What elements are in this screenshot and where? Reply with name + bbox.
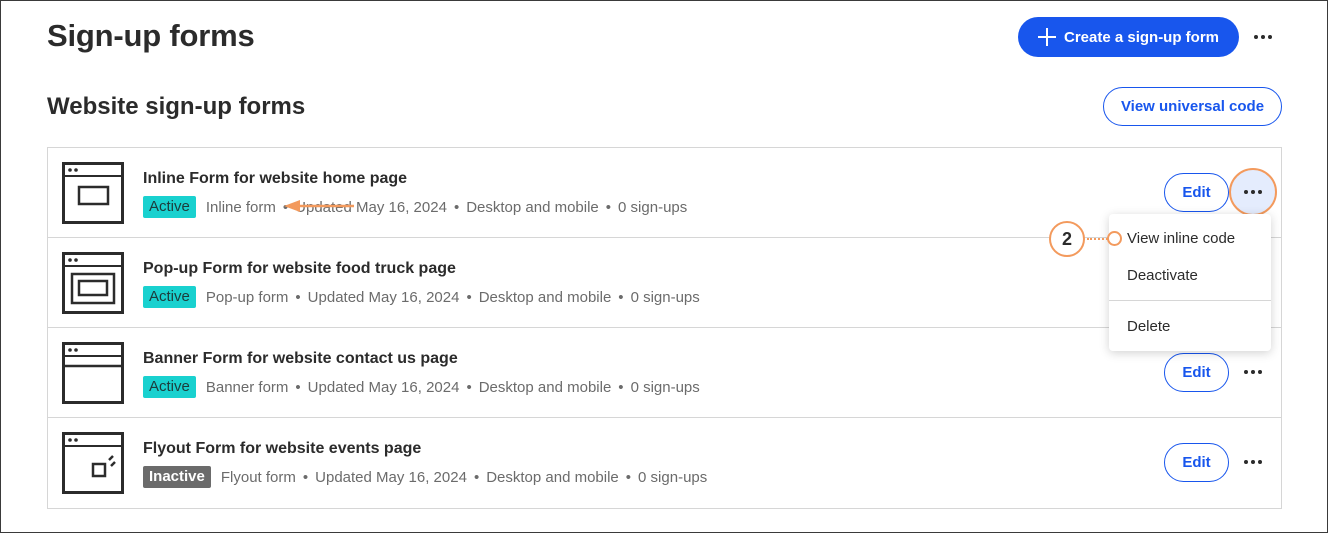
create-signup-form-button[interactable]: Create a sign-up form [1018,17,1239,57]
header-more-options-button[interactable] [1248,26,1278,48]
row-more-options-button[interactable] [1238,361,1268,383]
separator: • [295,288,301,306]
row-actions-menu: View inline code Deactivate Delete [1109,214,1271,351]
form-row: Banner Form for website contact us page … [48,328,1281,418]
form-devices: Desktop and mobile [478,378,612,396]
form-name[interactable]: Banner Form for website contact us page [143,350,458,368]
separator: • [618,288,624,306]
form-signups: 0 sign-ups [630,288,700,306]
separator: • [466,288,472,306]
form-type: Inline form [205,198,276,216]
edit-button[interactable]: Edit [1164,443,1229,482]
form-meta: Inactive Flyout form • Updated May 16, 2… [143,466,707,488]
separator: • [295,378,301,396]
form-type: Flyout form [220,468,296,486]
inline-form-icon [62,162,124,224]
section-title: Website sign-up forms [47,93,306,120]
form-row: Pop-up Form for website food truck page … [48,238,1281,328]
status-badge: Active [143,286,196,308]
form-signups: 0 sign-ups [618,198,688,216]
row-more-options-button[interactable] [1238,451,1268,473]
flyout-form-icon [62,432,124,494]
separator: • [625,468,632,486]
form-devices: Desktop and mobile [466,198,599,216]
menu-divider [1109,300,1271,301]
annotation-arrow-icon [284,200,354,212]
plus-icon [1037,28,1056,46]
form-row: Inline Form for website home page Active… [48,148,1281,238]
form-meta: Active Banner form • Updated May 16, 202… [143,376,700,398]
step-callout-badge: 2 [1049,221,1085,257]
form-name[interactable]: Flyout Form for website events page [143,440,421,458]
form-updated: Updated May 16, 2024 [307,378,460,396]
edit-button[interactable]: Edit [1164,353,1229,392]
form-name[interactable]: Pop-up Form for website food truck page [143,260,456,278]
popup-form-icon [62,252,124,314]
separator: • [302,468,309,486]
callout-target-ring [1107,231,1122,246]
menu-item-delete[interactable]: Delete [1127,318,1170,335]
form-updated: Updated May 16, 2024 [307,288,460,306]
status-badge: Active [143,196,196,218]
status-badge: Active [143,376,196,398]
row-more-options-button[interactable] [1229,168,1277,216]
form-updated: Updated May 16, 2024 [315,468,467,486]
menu-item-view-inline-code[interactable]: View inline code [1127,230,1235,247]
form-type: Banner form [205,378,289,396]
form-meta: Active Inline form • Updated May 16, 202… [143,196,687,218]
separator: • [453,198,460,216]
edit-button[interactable]: Edit [1164,173,1229,212]
form-signups: 0 sign-ups [638,468,708,486]
form-name[interactable]: Inline Form for website home page [143,170,407,188]
separator: • [466,378,472,396]
page-title: Sign-up forms [47,18,255,53]
form-devices: Desktop and mobile [486,468,619,486]
status-badge: Inactive [143,466,211,488]
form-devices: Desktop and mobile [478,288,612,306]
signup-forms-list: Inline Form for website home page Active… [47,147,1282,509]
view-universal-code-button[interactable]: View universal code [1103,87,1282,126]
menu-item-deactivate[interactable]: Deactivate [1127,267,1198,284]
separator: • [605,198,612,216]
form-type: Pop-up form [205,288,289,306]
create-signup-form-label: Create a sign-up form [1063,28,1220,46]
banner-form-icon [62,342,124,404]
callout-connector [1087,238,1108,240]
form-row: Flyout Form for website events page Inac… [48,418,1281,508]
separator: • [473,468,480,486]
form-signups: 0 sign-ups [630,378,700,396]
separator: • [618,378,624,396]
form-meta: Active Pop-up form • Updated May 16, 202… [143,286,700,308]
